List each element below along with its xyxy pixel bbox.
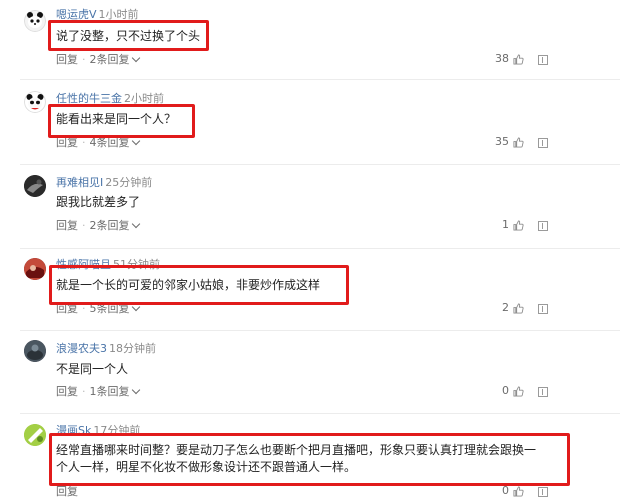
replies-count: 1条回复 bbox=[89, 385, 130, 398]
username[interactable]: 漫画Sk 17分钟前 bbox=[56, 424, 140, 438]
timestamp: 17分钟前 bbox=[93, 424, 141, 437]
divider bbox=[20, 79, 620, 80]
view-replies-button[interactable]: 2条回复 bbox=[89, 53, 140, 66]
divider bbox=[20, 330, 620, 331]
comment-text: 就是一个长的可爱的邻家小姑娘，非要炒作成这样 bbox=[56, 278, 321, 292]
thumbs-up-icon[interactable] bbox=[513, 386, 524, 397]
reply-button[interactable]: 回复 bbox=[56, 53, 78, 66]
report-icon[interactable] bbox=[538, 54, 548, 65]
comment-text: 经常直播哪来时间整？要是动刀子怎么也要断个把月直播吧，形象只要认真打理就会跟换一… bbox=[56, 443, 537, 474]
chevron-down-icon bbox=[131, 219, 140, 229]
comment-actions: 回复 · 4条回复 bbox=[56, 136, 140, 150]
username-text[interactable]: 再难相见I bbox=[56, 176, 103, 189]
separator: · bbox=[82, 302, 86, 315]
like-count: 38 bbox=[495, 52, 509, 65]
view-replies-button[interactable]: 1条回复 bbox=[89, 385, 140, 398]
timestamp: 18分钟前 bbox=[109, 342, 156, 355]
report-icon[interactable] bbox=[538, 303, 548, 314]
chevron-down-icon bbox=[131, 385, 140, 395]
avatar[interactable] bbox=[24, 258, 46, 280]
timestamp: 51分钟前 bbox=[113, 258, 160, 271]
avatar[interactable] bbox=[24, 175, 46, 197]
comment-actions: 回复 bbox=[56, 485, 78, 499]
separator: · bbox=[82, 385, 86, 398]
username[interactable]: 浪漫农夫3 18分钟前 bbox=[56, 342, 156, 356]
comment-tools: 0 bbox=[497, 484, 548, 497]
view-replies-button[interactable]: 5条回复 bbox=[89, 302, 140, 315]
comment-tools: 2 bbox=[497, 301, 548, 314]
report-icon[interactable] bbox=[538, 386, 548, 397]
comment-actions: 回复 · 2条回复 bbox=[56, 219, 140, 233]
thumbs-up-icon[interactable] bbox=[513, 303, 524, 314]
like-count: 35 bbox=[495, 135, 509, 148]
username[interactable]: 嗯运虎V 1小时前 bbox=[56, 8, 139, 22]
username[interactable]: 性感阿喵且 51分钟前 bbox=[56, 258, 160, 272]
thumbs-up-icon[interactable] bbox=[513, 54, 524, 65]
chevron-down-icon bbox=[131, 53, 140, 63]
comment-tools: 38 bbox=[495, 52, 548, 65]
replies-count: 2条回复 bbox=[89, 53, 130, 66]
comment-text: 说了没整，只不过换了个头 bbox=[56, 29, 201, 43]
separator: · bbox=[82, 136, 86, 149]
comment-actions: 回复 · 2条回复 bbox=[56, 53, 140, 67]
comment-text: 能看出来是同一个人？ bbox=[56, 112, 177, 126]
replies-count: 2条回复 bbox=[89, 219, 130, 232]
username-text[interactable]: 浪漫农夫3 bbox=[56, 342, 107, 355]
thumbs-up-icon[interactable] bbox=[513, 220, 524, 231]
comment-tools: 0 bbox=[497, 384, 548, 397]
reply-button[interactable]: 回复 bbox=[56, 485, 78, 498]
username-text[interactable]: 性感阿喵且 bbox=[56, 258, 111, 271]
comment-actions: 回复 · 1条回复 bbox=[56, 385, 140, 399]
report-icon[interactable] bbox=[538, 220, 548, 231]
username-text[interactable]: 嗯运虎V bbox=[56, 8, 97, 21]
avatar[interactable] bbox=[24, 91, 46, 113]
like-count: 0 bbox=[502, 384, 509, 397]
reply-button[interactable]: 回复 bbox=[56, 219, 78, 232]
timestamp: 25分钟前 bbox=[105, 176, 153, 189]
view-replies-button[interactable]: 2条回复 bbox=[89, 219, 140, 232]
comment-tools: 1 bbox=[497, 218, 548, 231]
like-count: 1 bbox=[502, 218, 509, 231]
chevron-down-icon bbox=[131, 302, 140, 312]
reply-button[interactable]: 回复 bbox=[56, 385, 78, 398]
thumbs-up-icon[interactable] bbox=[513, 137, 524, 148]
comment-actions: 回复 · 5条回复 bbox=[56, 302, 140, 316]
replies-count: 5条回复 bbox=[89, 302, 130, 315]
timestamp: 1小时前 bbox=[98, 8, 139, 21]
view-replies-button[interactable]: 4条回复 bbox=[89, 136, 140, 149]
report-icon[interactable] bbox=[538, 486, 548, 497]
divider bbox=[20, 248, 620, 249]
avatar[interactable] bbox=[24, 424, 46, 446]
username[interactable]: 再难相见I 25分钟前 bbox=[56, 176, 152, 190]
timestamp: 2小时前 bbox=[124, 92, 164, 105]
divider bbox=[20, 164, 620, 165]
avatar[interactable] bbox=[24, 340, 46, 362]
username-text[interactable]: 任性的牛三金 bbox=[56, 92, 122, 105]
avatar[interactable] bbox=[24, 10, 46, 32]
reply-button[interactable]: 回复 bbox=[56, 302, 78, 315]
comment-tools: 35 bbox=[495, 135, 548, 148]
chevron-down-icon bbox=[131, 136, 140, 146]
like-count: 0 bbox=[502, 484, 509, 497]
reply-button[interactable]: 回复 bbox=[56, 136, 78, 149]
username[interactable]: 任性的牛三金 2小时前 bbox=[56, 92, 164, 106]
like-count: 2 bbox=[502, 301, 509, 314]
report-icon[interactable] bbox=[538, 137, 548, 148]
thumbs-up-icon[interactable] bbox=[513, 486, 524, 497]
separator: · bbox=[82, 53, 86, 66]
comment-text: 不是同一个人 bbox=[56, 362, 129, 376]
separator: · bbox=[82, 219, 86, 232]
username-text[interactable]: 漫画Sk bbox=[56, 424, 91, 437]
divider bbox=[20, 413, 620, 414]
comment-text: 跟我比就差多了 bbox=[56, 195, 141, 209]
replies-count: 4条回复 bbox=[89, 136, 130, 149]
